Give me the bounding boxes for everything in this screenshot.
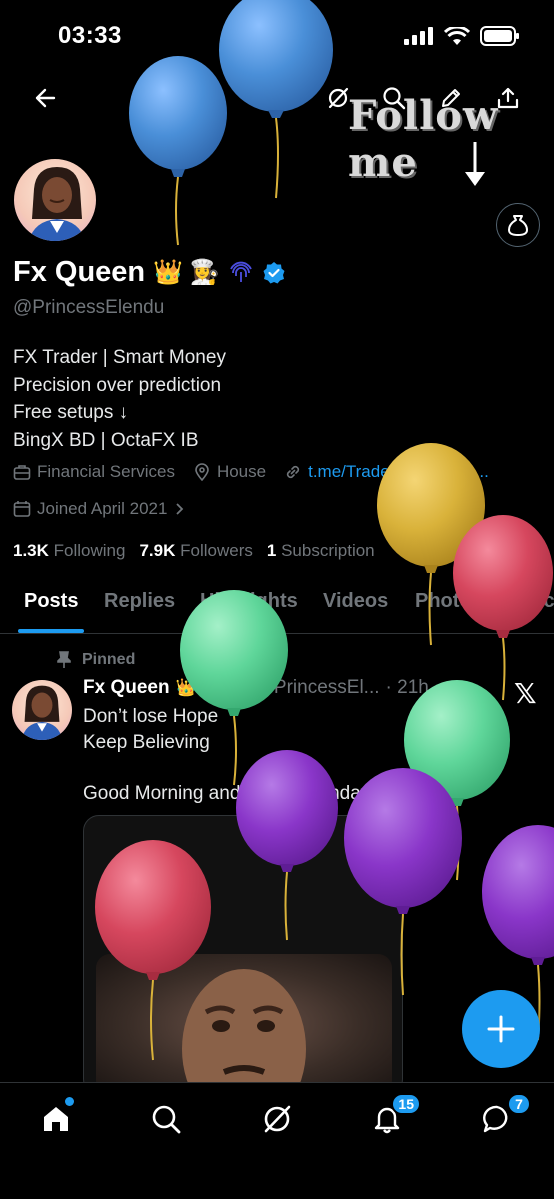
post-media[interactable] — [83, 815, 403, 1095]
profile-bio: FX Trader | Smart Money Precision over p… — [13, 344, 226, 454]
bio-line: BingX BD | OctaFX IB — [13, 429, 199, 451]
followers-link[interactable]: 7.9K Followers — [139, 541, 252, 561]
tab-posts[interactable]: Posts — [24, 590, 78, 613]
pinned-label-row: Pinned — [56, 651, 135, 669]
wifi-icon — [444, 27, 470, 45]
post-header: Fx Queen 👑 👩‍🍳 @PrincessEl... · 21h — [83, 677, 429, 699]
status-icons — [404, 26, 520, 46]
search-icon — [152, 1105, 181, 1134]
active-tab-indicator — [18, 629, 84, 633]
following-count: 1.3K — [13, 541, 49, 560]
bottom-nav: 15 7 — [0, 1082, 554, 1199]
nav-messages[interactable]: 7 — [477, 1093, 531, 1139]
balloon-blue-2 — [129, 56, 227, 246]
post-author[interactable]: Fx Queen — [83, 677, 170, 699]
balloon-blue-1 — [219, 0, 333, 199]
verified-badge-icon — [229, 678, 248, 697]
profile-meta: Financial Services House t.me/TradeWithF… — [13, 462, 489, 482]
post-line — [83, 755, 414, 781]
profile-name-emojis: 👑 👩‍🍳 — [153, 259, 220, 286]
home-unread-dot — [65, 1097, 74, 1106]
back-button[interactable] — [28, 81, 62, 115]
tab-replies[interactable]: Replies — [104, 590, 175, 613]
post-age: · 21h — [385, 677, 429, 698]
post-line: Keep Believing — [83, 731, 210, 753]
profile-link[interactable]: t.me/TradeWithFxQue... — [308, 462, 489, 482]
followers-label: Followers — [180, 541, 253, 560]
post-author-emojis: 👑 👩‍🍳 — [175, 678, 223, 697]
nav-grok[interactable] — [257, 1099, 297, 1139]
tab-highlights[interactable]: Highlights — [200, 590, 298, 613]
followers-count: 7.9K — [139, 541, 176, 560]
post-handle: @PrincessEl... — [254, 677, 380, 698]
messages-badge: 7 — [507, 1093, 531, 1115]
compose-button[interactable] — [462, 990, 540, 1068]
bio-line: Precision over prediction — [13, 374, 222, 396]
pinned-label: Pinned — [82, 651, 136, 668]
profile-name: Fx Queen — [13, 256, 146, 288]
subscription-link[interactable]: 1 Subscription — [267, 541, 375, 561]
grok-icon — [264, 1105, 291, 1133]
grok-icon — [328, 87, 349, 109]
profile-tabs: Posts Replies Highlights Videos Photos A… — [0, 580, 554, 634]
location-pin-icon — [195, 463, 209, 481]
down-arrow-icon — [465, 142, 485, 186]
avatar-illustration — [21, 685, 63, 740]
profile-joined: Joined April 2021 — [37, 499, 168, 518]
verified-badge-icon — [263, 261, 285, 283]
tab-articles[interactable]: Artic — [509, 590, 554, 613]
profile-category: Financial Services — [37, 462, 175, 481]
avatar-illustration — [28, 167, 86, 241]
tab-photos[interactable]: Photos — [415, 590, 483, 613]
plus-icon — [487, 1015, 515, 1043]
battery-icon — [480, 26, 519, 46]
tab-videos[interactable]: Videos — [323, 590, 388, 613]
following-label: Following — [53, 541, 126, 560]
notifications-badge: 15 — [391, 1093, 421, 1115]
chevron-right-icon — [176, 503, 184, 515]
back-arrow-icon — [35, 88, 56, 108]
post-avatar[interactable] — [12, 680, 72, 740]
post-line: Don’t lose Hope — [83, 706, 219, 727]
profile-name-row: Fx Queen 👑 👩‍🍳 — [13, 256, 286, 289]
fingerprint-icon — [229, 261, 252, 282]
profile-counts: 1.3K Following 7.9K Followers 1 Subscrip… — [13, 541, 375, 561]
joined-row[interactable]: Joined April 2021 — [13, 499, 185, 519]
pin-icon — [57, 651, 71, 668]
subscription-count: 1 — [266, 541, 277, 560]
subscription-label: Subscription — [281, 541, 375, 560]
post-text: Don’t lose Hope Keep Believing Good Morn… — [83, 704, 414, 806]
post-media-image — [96, 954, 392, 1094]
profile-avatar[interactable] — [12, 157, 98, 243]
post-line: Good Morning and Happy Sunday Fam — [83, 782, 414, 804]
briefcase-icon — [13, 465, 31, 480]
x-logo-icon: 𝕏 — [514, 678, 537, 709]
face-photo — [182, 969, 306, 1094]
link-icon — [287, 465, 300, 479]
profile-handle: @PrincessElendu — [13, 297, 165, 318]
following-link[interactable]: 1.3K Following — [13, 541, 125, 561]
calendar-icon — [13, 501, 31, 517]
profile-location: House — [216, 462, 267, 481]
bio-line: Free setups ↓ — [13, 402, 129, 423]
bio-line: FX Trader | Smart Money — [13, 347, 226, 368]
signal-icon — [404, 27, 433, 45]
nav-home[interactable] — [36, 1097, 76, 1139]
nav-search[interactable] — [146, 1099, 186, 1139]
balloon-green-2 — [404, 680, 510, 881]
nav-notifications[interactable]: 15 — [367, 1093, 421, 1139]
home-icon — [44, 1107, 68, 1131]
status-time: 03:33 — [58, 22, 122, 49]
money-bag-icon — [508, 215, 528, 236]
money-button[interactable] — [496, 203, 540, 247]
follow-me-sticker: Follow me — [348, 92, 499, 186]
